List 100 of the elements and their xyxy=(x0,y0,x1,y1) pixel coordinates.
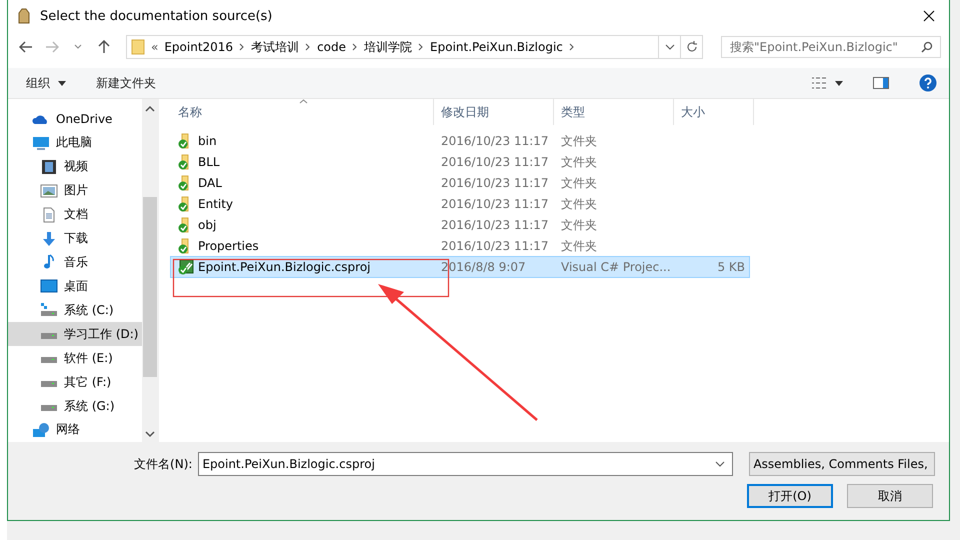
picture-icon xyxy=(40,182,58,199)
file-row[interactable]: bin 2016/10/23 11:17 文件夹 xyxy=(171,131,749,151)
file-name: BLL xyxy=(198,155,220,169)
nav-item[interactable]: 其它 (F:) xyxy=(8,370,142,394)
breadcrumb[interactable]: Epoint2016 xyxy=(164,40,234,54)
column-header[interactable]: 类型 xyxy=(554,99,674,125)
file-name: DAL xyxy=(198,176,222,190)
breadcrumb[interactable]: 考试培训 xyxy=(251,38,300,56)
file-type: 文件夹 xyxy=(560,196,598,212)
forward-arrow-icon xyxy=(45,41,59,53)
overflow-chevron[interactable]: « xyxy=(151,40,158,54)
nav-item[interactable]: 系统 (G:) xyxy=(8,394,142,418)
nav-item[interactable]: 视频 xyxy=(8,154,142,179)
file-type: 文件夹 xyxy=(560,216,598,234)
modified-date: 2016/10/23 11:17 xyxy=(440,239,550,253)
window-title: Select the documentation source(s) xyxy=(40,8,274,24)
chevron-icon xyxy=(239,43,246,51)
nav-item[interactable]: 桌面 xyxy=(8,274,142,298)
open-button[interactable]: 打开(O) xyxy=(747,484,833,508)
desktop-icon xyxy=(40,278,58,294)
nav-item[interactable]: 图片 xyxy=(8,178,142,203)
file-name: Epoint.PeiXun.Bizlogic.csproj xyxy=(198,260,370,274)
drive-icon xyxy=(40,380,58,388)
preview-pane-button[interactable] xyxy=(873,75,889,91)
scroll-down-icon[interactable] xyxy=(145,430,155,438)
file-row[interactable]: Entity 2016/10/23 11:17 文件夹 xyxy=(171,194,749,214)
scroll-thumb[interactable] xyxy=(143,197,157,377)
film-icon xyxy=(40,158,58,175)
drive-icon xyxy=(40,356,58,364)
breadcrumb[interactable]: 培训学院 xyxy=(364,38,412,56)
file-size: 5 KB xyxy=(716,260,746,274)
nav-item[interactable]: 下载 xyxy=(8,226,142,251)
search-icon xyxy=(921,41,933,53)
modified-date: 2016/10/23 11:17 xyxy=(440,134,550,148)
preview-pane-icon xyxy=(873,77,889,89)
file-type: 文件夹 xyxy=(560,238,598,254)
file-name: bin xyxy=(198,134,217,148)
file-type: 文件夹 xyxy=(560,174,598,192)
drive-icon xyxy=(40,302,58,318)
file-row[interactable]: Properties 2016/10/23 11:17 文件夹 xyxy=(171,236,749,256)
nav-item[interactable]: 文档 xyxy=(8,202,142,227)
chevron-icon xyxy=(418,43,424,51)
details-view-icon xyxy=(811,77,827,89)
column-header[interactable]: 修改日期 xyxy=(434,99,554,125)
sort-ascending-icon xyxy=(299,99,308,104)
file-name: obj xyxy=(198,218,216,232)
new-folder-button[interactable]: 新建文件夹 xyxy=(96,72,156,94)
file-name: Properties xyxy=(198,239,259,253)
drive-icon xyxy=(40,332,58,340)
help-button[interactable] xyxy=(919,72,937,94)
chevron-icon xyxy=(305,43,312,51)
modified-date: 2016/10/23 11:17 xyxy=(440,176,550,190)
file-type: Visual C# Projec... xyxy=(560,260,672,274)
cancel-button[interactable]: 取消 xyxy=(847,484,933,508)
file-name-label: 文件名(N): xyxy=(133,456,192,472)
back-arrow-icon xyxy=(19,41,33,53)
caret-icon xyxy=(835,80,843,86)
drive-icon xyxy=(40,404,58,412)
network-icon xyxy=(32,422,50,438)
project-file-icon xyxy=(178,259,194,275)
file-name-field[interactable]: Epoint.PeiXun.Bizlogic.csproj xyxy=(198,452,734,476)
organize-button[interactable]: 组织 xyxy=(26,72,66,94)
nav-item[interactable]: 音乐 xyxy=(8,250,142,274)
nav-item[interactable]: OneDrive xyxy=(8,107,142,131)
app-icon xyxy=(16,8,32,24)
chevron-down-icon xyxy=(74,44,82,50)
modified-date: 2016/10/23 11:17 xyxy=(440,155,550,169)
nav-item[interactable]: 此电脑 xyxy=(8,130,142,155)
nav-item[interactable]: 网络 xyxy=(8,418,142,442)
breadcrumb[interactable]: Epoint.PeiXun.Bizlogic xyxy=(430,40,563,54)
chevron-down-icon xyxy=(664,44,674,50)
close-icon xyxy=(923,10,935,22)
nav-item[interactable]: 软件 (E:) xyxy=(8,346,142,370)
scroll-up-icon[interactable] xyxy=(145,105,155,113)
help-icon xyxy=(919,74,937,92)
file-type: 文件夹 xyxy=(560,154,598,170)
file-type-dropdown[interactable]: Assemblies, Comments Files, xyxy=(749,452,935,476)
view-options-button[interactable] xyxy=(811,75,843,91)
column-header[interactable]: 大小 xyxy=(674,99,754,125)
breadcrumb[interactable]: code xyxy=(317,40,346,54)
file-type: 文件夹 xyxy=(560,132,598,150)
modified-date: 2016/10/23 11:17 xyxy=(440,218,550,232)
nav-item[interactable]: 系统 (C:) xyxy=(8,298,142,322)
file-row[interactable]: BLL 2016/10/23 11:17 文件夹 xyxy=(171,152,749,172)
file-name: Entity xyxy=(198,197,234,211)
nav-item[interactable]: 学习工作 (D:) xyxy=(8,322,142,346)
chevron-down-icon[interactable] xyxy=(715,461,726,467)
chevron-icon xyxy=(568,43,575,51)
folder-icon xyxy=(131,39,145,55)
file-row[interactable]: obj 2016/10/23 11:17 文件夹 xyxy=(171,215,749,235)
computer-icon xyxy=(32,134,50,151)
file-row[interactable]: DAL 2016/10/23 11:17 文件夹 xyxy=(171,173,749,193)
refresh-icon xyxy=(686,41,698,53)
up-arrow-icon xyxy=(98,40,110,54)
search-field[interactable]: 搜索"Epoint.PeiXun.Bizlogic" xyxy=(721,36,941,58)
column-header[interactable]: 名称 xyxy=(171,99,434,125)
download-icon xyxy=(40,230,58,247)
caret-icon xyxy=(58,80,66,86)
modified-date: 2016/10/23 11:17 xyxy=(440,197,550,211)
address-bar[interactable]: « Epoint2016 考试培训 code 培训学院 Epoint.PeiXun.Bizlogic xyxy=(126,35,703,59)
